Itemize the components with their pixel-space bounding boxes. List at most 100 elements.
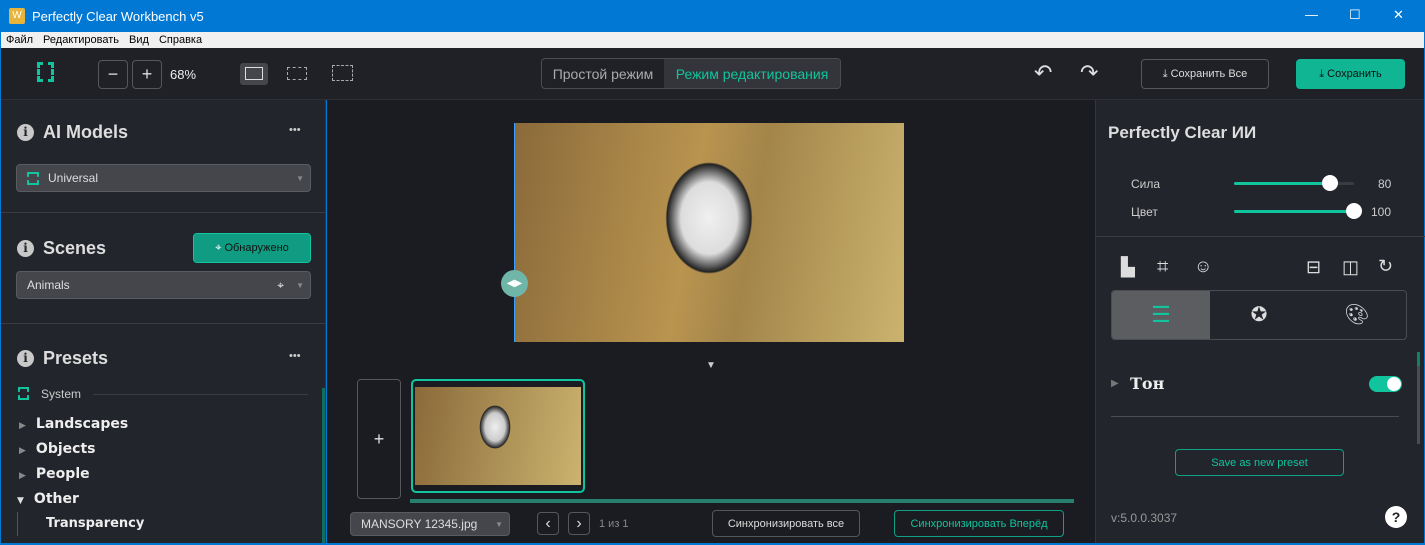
toolbar: − + 68% Простой режим Режим редактирован…	[1, 48, 1424, 100]
divider	[93, 394, 308, 395]
ai-model-select[interactable]: Universal ▼	[16, 164, 311, 192]
maximize-button[interactable]: ☐	[1349, 7, 1361, 23]
sync-all-button[interactable]: Синхронизировать все	[712, 510, 860, 537]
preset-other[interactable]: ▼ Other	[17, 491, 79, 507]
preset-people[interactable]: ▶ People	[19, 466, 90, 482]
mode-switch: Простой режим Режим редактирования	[541, 58, 841, 89]
retouch-tab-icon[interactable]: ✪	[1210, 291, 1308, 339]
section-tone-title: Тон	[1130, 374, 1165, 393]
info-icon[interactable]: i	[17, 124, 34, 141]
compare-handle[interactable]: ◀▶	[501, 270, 528, 297]
title-bar: W Perfectly Clear Workbench v5 — ☐ ✕	[0, 0, 1425, 32]
menu-view[interactable]: Вид	[129, 34, 149, 46]
strength-slider[interactable]	[1234, 175, 1354, 191]
chevron-down-icon: ▼	[296, 173, 304, 183]
ai-models-more-button[interactable]: •••	[289, 124, 301, 136]
minimize-button[interactable]: —	[1305, 7, 1318, 22]
color-value: 100	[1371, 205, 1392, 219]
tab-edit-mode[interactable]: Режим редактирования	[664, 59, 840, 88]
collapse-icon: ▼	[17, 496, 24, 506]
left-panel: i AI Models ••• Universal ▼ i Scenes ⌖ Об…	[1, 100, 326, 543]
file-select[interactable]: MANSORY 12345.jpg ▼	[350, 512, 510, 536]
slider-fill	[1234, 210, 1354, 213]
presets-more-button[interactable]: •••	[289, 350, 301, 362]
scene-value: Animals	[27, 278, 70, 292]
image-canvas: ◀▶ ▼ + MANSORY 12345.jpg ▼ ‹ › 1 из 1 Син…	[327, 100, 1095, 543]
rotate-icon[interactable]: ↻	[1378, 256, 1393, 277]
add-image-button[interactable]: +	[357, 379, 401, 499]
split-view-icon[interactable]	[332, 65, 353, 81]
preset-label: People	[35, 466, 90, 482]
undo-icon[interactable]: ↶	[1034, 60, 1052, 86]
crop-icon[interactable]: ⌗	[1157, 256, 1168, 279]
filmstrip-toggle-icon[interactable]: ▼	[706, 360, 716, 371]
presets-title: Presets	[43, 348, 109, 368]
page-indicator: 1 из 1	[599, 518, 629, 530]
tone-toggle[interactable]	[1369, 376, 1402, 392]
expand-icon[interactable]: ▶	[1111, 378, 1119, 389]
slider-knob[interactable]	[1346, 203, 1362, 219]
redo-icon[interactable]: ↷	[1080, 60, 1098, 86]
divider	[1111, 416, 1399, 417]
detected-label: Обнаружено	[224, 242, 289, 254]
filmstrip-scrollbar[interactable]	[410, 499, 1074, 503]
preset-label: Other	[33, 491, 79, 507]
flip-vertical-icon[interactable]: ⊟	[1306, 257, 1321, 278]
menu-bar: Файл Редактировать Вид Справка	[1, 32, 1424, 48]
compare-line	[514, 123, 515, 342]
right-panel: Perfectly Clear ИИ Сила 80 Цвет 100 ▙ ⌗ …	[1095, 100, 1425, 543]
side-by-side-icon[interactable]	[287, 67, 307, 80]
thumbnail[interactable]	[411, 379, 585, 493]
info-icon[interactable]: i	[17, 350, 34, 367]
preset-landscapes[interactable]: ▶ Landscapes	[19, 416, 128, 432]
preset-group-system: System	[41, 387, 82, 401]
info-icon[interactable]: i	[17, 240, 34, 257]
slider-knob[interactable]	[1322, 175, 1338, 191]
expand-icon: ▶	[19, 446, 26, 456]
preset-transparency[interactable]: Transparency	[46, 516, 144, 531]
tool-tabs: ☰ ✪ 🎨︎	[1111, 290, 1407, 340]
single-view-button[interactable]	[240, 63, 268, 85]
prev-image-button[interactable]: ‹	[537, 512, 559, 535]
save-button[interactable]: ⤓ Сохранить	[1296, 59, 1405, 89]
next-image-button[interactable]: ›	[568, 512, 590, 535]
slider-fill	[1234, 182, 1330, 185]
strength-value: 80	[1378, 177, 1392, 191]
chevron-down-icon: ▼	[495, 519, 503, 529]
tree-line	[17, 512, 18, 536]
adjustments-tab-icon[interactable]: ☰	[1112, 291, 1210, 339]
download-icon: ⤓	[1162, 67, 1171, 80]
palette-tab-icon[interactable]: 🎨︎	[1308, 291, 1406, 339]
menu-help[interactable]: Справка	[159, 34, 202, 46]
preset-objects[interactable]: ▶ Objects	[19, 441, 95, 457]
crosshair-icon[interactable]: ⌖	[277, 278, 284, 293]
color-slider[interactable]	[1234, 203, 1362, 219]
flip-horizontal-icon[interactable]: ◫	[1342, 257, 1359, 278]
main-photo	[514, 123, 904, 342]
menu-edit[interactable]: Редактировать	[43, 34, 119, 46]
save-all-label: Сохранить Все	[1170, 68, 1248, 80]
save-preset-button[interactable]: Save as new preset	[1175, 449, 1344, 476]
ai-models-title: AI Models	[43, 122, 129, 142]
zoom-out-button[interactable]: −	[98, 60, 128, 89]
scrollbar[interactable]	[322, 388, 325, 543]
tab-simple-mode[interactable]: Простой режим	[542, 59, 664, 88]
face-icon[interactable]: ☺	[1194, 256, 1212, 277]
file-name: MANSORY 12345.jpg	[361, 517, 478, 531]
close-button[interactable]: ✕	[1393, 7, 1404, 23]
detected-button[interactable]: ⌖ Обнаружено	[193, 233, 311, 263]
menu-file[interactable]: Файл	[6, 34, 33, 46]
save-all-button[interactable]: ⤓ Сохранить Все	[1141, 59, 1269, 89]
zoom-in-button[interactable]: +	[132, 60, 162, 89]
expand-icon: ▶	[19, 471, 26, 481]
expand-icon: ▶	[19, 421, 26, 431]
scrollbar[interactable]	[1417, 352, 1420, 444]
slider-label-color: Цвет	[1131, 205, 1158, 219]
scenes-title: Scenes	[43, 238, 107, 258]
histogram-icon[interactable]: ▙	[1121, 257, 1135, 278]
help-button[interactable]: ?	[1385, 506, 1407, 528]
scene-select[interactable]: Animals ⌖ ▼	[16, 271, 311, 299]
window-title: Perfectly Clear Workbench v5	[32, 9, 204, 24]
app-icon: W	[9, 8, 25, 24]
sync-forward-button[interactable]: Синхронизировать Вперёд	[894, 510, 1064, 537]
